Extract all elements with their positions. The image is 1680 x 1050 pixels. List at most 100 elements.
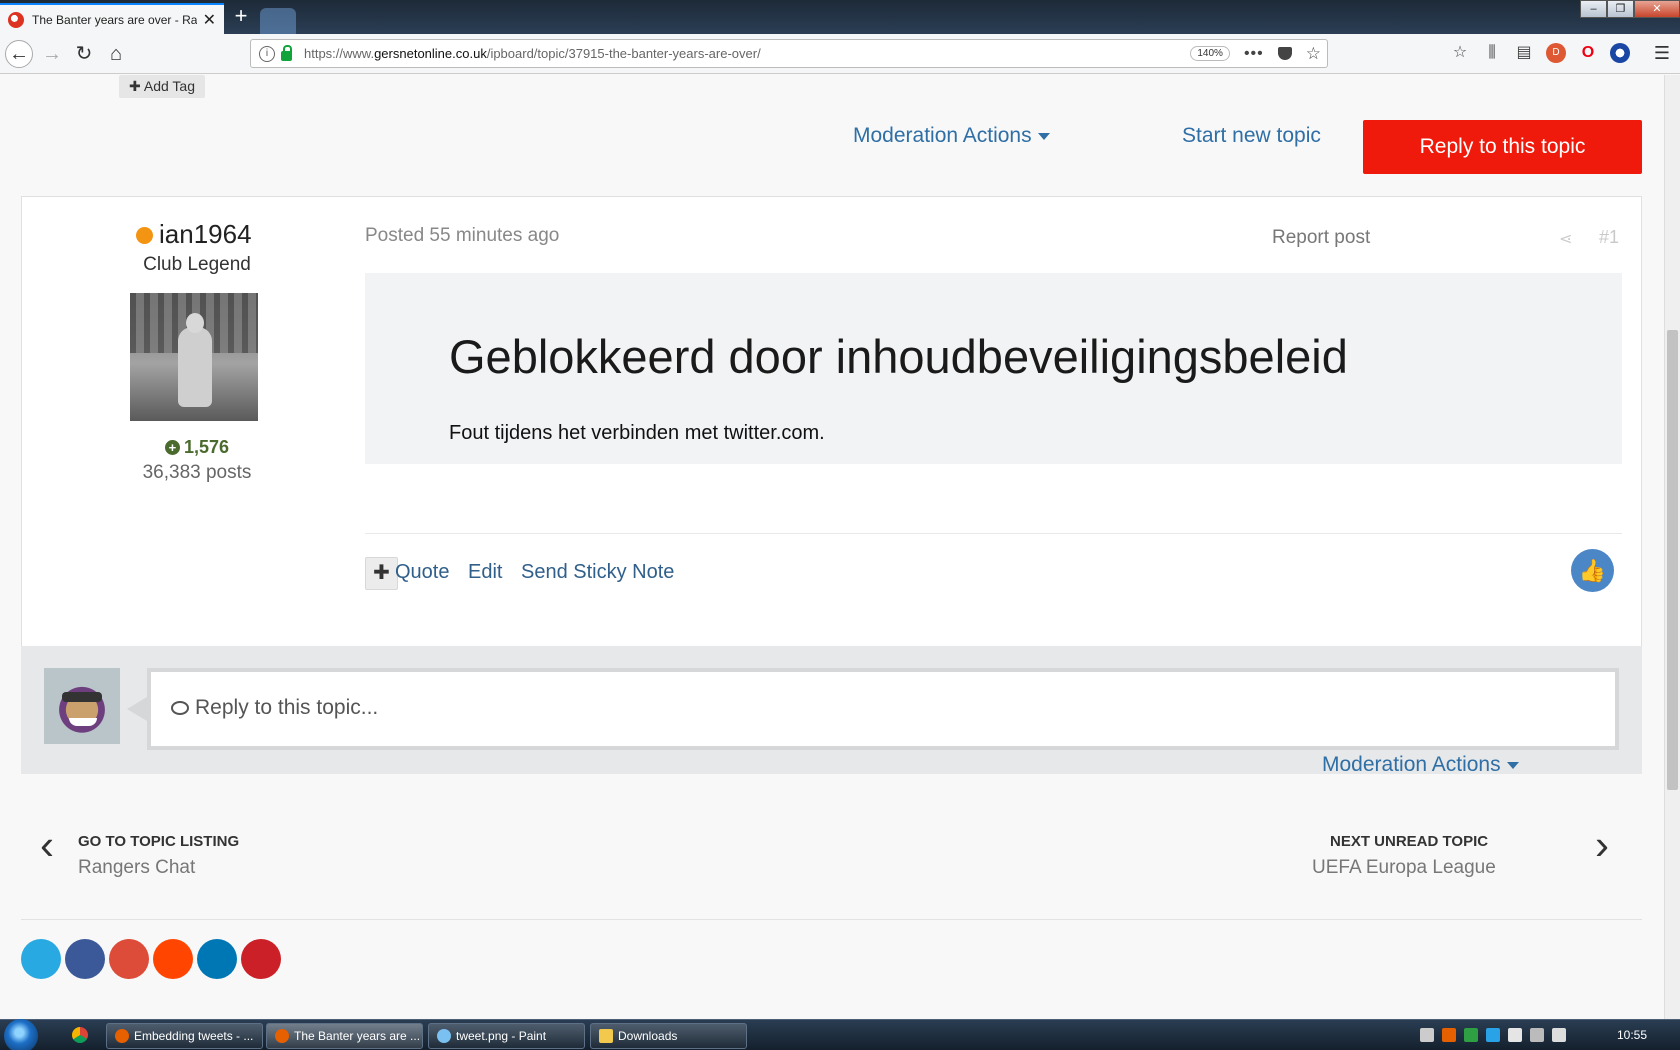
chevron-right-icon[interactable]: › (1595, 821, 1609, 869)
start-button-icon[interactable] (4, 1019, 38, 1050)
close-window-button[interactable]: ✕ (1634, 0, 1680, 18)
firefox-icon (115, 1029, 129, 1043)
home-button[interactable]: ⌂ (102, 40, 130, 68)
author-rank: Club Legend (143, 254, 251, 275)
keyboard-icon[interactable] (1420, 1028, 1434, 1042)
share-buttons (21, 939, 281, 979)
linkedin-share-icon[interactable] (197, 939, 237, 979)
twitter-share-icon[interactable] (21, 939, 61, 979)
caret-down-icon (1037, 132, 1050, 140)
duckduckgo-icon[interactable]: D (1546, 43, 1566, 63)
firefox-icon (275, 1029, 289, 1043)
chrome-pinned-icon[interactable] (72, 1027, 88, 1043)
flag-icon[interactable] (1508, 1028, 1522, 1042)
bookmarks-star-list-icon[interactable]: ☆ (1450, 43, 1470, 63)
reply-input[interactable]: Reply to this topic... (147, 668, 1619, 750)
send-sticky-note-link[interactable]: Send Sticky Note (521, 561, 674, 584)
go-to-topic-listing-label[interactable]: GO TO TOPIC LISTING (78, 833, 239, 850)
browser-tab-active[interactable]: The Banter years are over - Ran ✕ (0, 3, 224, 34)
firefox-tray-icon[interactable] (1442, 1028, 1456, 1042)
site-info-icon[interactable]: i (259, 45, 275, 62)
browser-nav-bar: ← → ↻ ⌂ i https://www.gersnetonline.co.u… (0, 34, 1680, 74)
zoom-indicator[interactable]: 140% (1190, 46, 1230, 61)
reload-button[interactable]: ↻ (70, 40, 98, 68)
moderation-actions-top[interactable]: Moderation Actions (853, 124, 1050, 148)
post-author-panel: ian1964 Club Legend +1,576 36,383 posts (22, 197, 362, 497)
post-timestamp[interactable]: Posted 55 minutes ago (365, 225, 559, 247)
window-controls: – ❐ ✕ (1580, 0, 1680, 18)
page-scrollbar[interactable] (1664, 75, 1680, 1019)
next-unread-forum-link[interactable]: UEFA Europa League (1312, 857, 1496, 879)
windows-taskbar: Embedding tweets - ... The Banter years … (0, 1019, 1680, 1050)
taskbar-item-downloads[interactable]: Downloads (590, 1023, 747, 1049)
restore-button[interactable]: ❐ (1607, 0, 1634, 18)
reddit-share-icon[interactable] (153, 939, 193, 979)
chevron-left-icon[interactable]: ‹ (40, 821, 54, 869)
new-tab-button[interactable]: + (230, 4, 252, 30)
next-unread-topic-label[interactable]: NEXT UNREAD TOPIC (1330, 833, 1488, 850)
post-number-link[interactable]: #1 (1599, 227, 1619, 248)
section-divider (21, 919, 1642, 920)
multiquote-button[interactable]: ✚ (365, 557, 398, 590)
taskbar-item-firefox-embedding[interactable]: Embedding tweets - ... (106, 1023, 263, 1049)
background-tab[interactable] (260, 8, 296, 34)
report-post-link[interactable]: Report post (1272, 227, 1370, 249)
topic-listing-forum-link[interactable]: Rangers Chat (78, 857, 195, 879)
like-thumbs-up-icon[interactable]: 👍 (1571, 549, 1614, 592)
app-tray-icon[interactable] (1486, 1028, 1500, 1042)
taskbar-clock[interactable]: 10:55 (1617, 1028, 1647, 1042)
library-icon[interactable]: ⫼ (1482, 43, 1502, 63)
site-favicon-icon (8, 11, 24, 28)
add-tag-button[interactable]: ✚ Add Tag (119, 75, 205, 98)
browser-tab-bar: The Banter years are over - Ran ✕ + – ❐ … (0, 0, 1680, 34)
forward-button[interactable]: → (38, 40, 66, 68)
extension-icon[interactable] (1610, 43, 1630, 63)
start-new-topic-link[interactable]: Start new topic (1182, 124, 1321, 148)
sidebar-icon[interactable]: ▤ (1514, 43, 1534, 63)
toolbar-icons: ☆ ⫼ ▤ D O (1450, 43, 1630, 63)
scrollbar-thumb[interactable] (1667, 330, 1678, 790)
avatar-photo-figure (178, 313, 212, 407)
embed-error-message: Fout tijdens het verbinden met twitter.c… (449, 422, 825, 444)
online-status-icon (136, 227, 153, 244)
reply-bubble-pointer (127, 697, 147, 721)
hamburger-menu-icon[interactable]: ☰ (1654, 43, 1670, 64)
check-tray-icon[interactable] (1464, 1028, 1478, 1042)
taskbar-item-firefox-banter[interactable]: The Banter years are ... (266, 1023, 423, 1049)
volume-icon[interactable] (1552, 1028, 1566, 1042)
url-text[interactable]: https://www.gersnetonline.co.uk/ipboard/… (304, 46, 1190, 61)
reply-to-topic-button[interactable]: Reply to this topic (1363, 120, 1642, 174)
address-bar[interactable]: i https://www.gersnetonline.co.uk/ipboar… (250, 39, 1328, 68)
post: ian1964 Club Legend +1,576 36,383 posts … (21, 196, 1642, 700)
folder-icon (599, 1029, 613, 1043)
system-tray (1420, 1028, 1566, 1042)
edit-link[interactable]: Edit (468, 561, 502, 584)
facebook-share-icon[interactable] (65, 939, 105, 979)
tab-title: The Banter years are over - Ran (32, 12, 197, 27)
lock-icon (281, 44, 292, 61)
current-user-avatar (44, 668, 120, 744)
googleplus-share-icon[interactable] (109, 939, 149, 979)
pocket-icon[interactable] (1277, 47, 1292, 60)
quote-link[interactable]: Quote (395, 561, 449, 584)
opera-icon[interactable]: O (1578, 43, 1598, 63)
bookmark-star-icon[interactable]: ☆ (1306, 44, 1321, 64)
comment-icon (171, 701, 189, 715)
post-divider (365, 533, 1622, 534)
back-button[interactable]: ← (5, 40, 33, 68)
author-avatar[interactable] (130, 293, 258, 421)
page-content: ✚ Add Tag Moderation Actions Start new t… (0, 75, 1664, 1019)
share-icon[interactable]: ⋖ (1559, 229, 1572, 249)
post-count: 36,383 posts (142, 462, 252, 483)
author-name[interactable]: ian1964 (159, 219, 252, 250)
tab-close-icon[interactable]: ✕ (203, 10, 216, 30)
caret-down-icon (1506, 761, 1519, 769)
pinterest-share-icon[interactable] (241, 939, 281, 979)
taskbar-item-paint[interactable]: tweet.png - Paint (428, 1023, 585, 1049)
page-actions-more-icon[interactable]: ••• (1244, 45, 1264, 63)
embed-error-title: Geblokkeerd door inhoudbeveiligingsbelei… (449, 330, 1348, 383)
paint-icon (437, 1029, 451, 1043)
moderation-actions-bottom[interactable]: Moderation Actions (1322, 753, 1519, 777)
minimize-button[interactable]: – (1580, 0, 1607, 18)
network-icon[interactable] (1530, 1028, 1544, 1042)
